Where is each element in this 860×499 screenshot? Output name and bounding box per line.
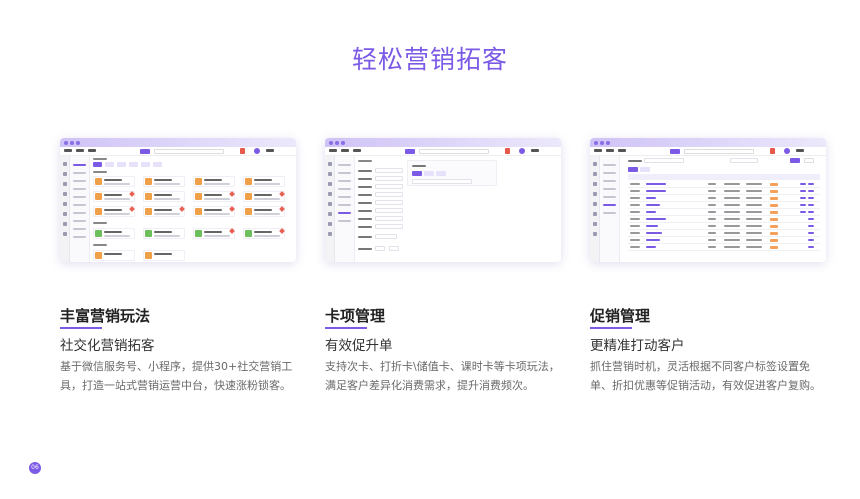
card-form-main — [355, 156, 561, 262]
window-dot-icon — [64, 141, 68, 145]
feature-subtitle-marketing: 社交化营销拓客 — [60, 338, 155, 354]
feature-title-cards: 卡项管理 — [325, 307, 386, 325]
window-titlebar — [590, 138, 826, 147]
window-titlebar — [325, 138, 561, 147]
window-dot-icon — [76, 141, 80, 145]
marketing-tools-screenshot — [60, 138, 296, 262]
feature-subtitle-cards: 有效促升单 — [325, 338, 393, 354]
feature-description-marketing: 基于微信服务号、小程序，提供30+社交营销工具，打造一站式营销运营中台，快速涨粉… — [60, 360, 293, 392]
window-dot-icon — [70, 141, 74, 145]
promotion-management-screenshot — [590, 138, 826, 262]
window-dot-icon — [335, 141, 339, 145]
window-dot-icon — [600, 141, 604, 145]
window-dot-icon — [329, 141, 333, 145]
feature-title-marketing: 丰富营销玩法 — [60, 307, 151, 325]
avatar-icon — [519, 148, 525, 154]
top-nav — [60, 147, 296, 156]
window-dot-icon — [606, 141, 610, 145]
promotion-list-main — [620, 156, 826, 262]
window-dot-icon — [594, 141, 598, 145]
feature-underline — [60, 327, 102, 329]
feature-description-promotion: 抓住营销时机，灵活根据不同客户标签设置免单、折扣优惠等促销活动，有效促进客户复购… — [590, 360, 821, 392]
marketing-main — [90, 156, 296, 262]
feature-underline — [325, 327, 367, 329]
avatar-icon — [784, 148, 790, 154]
feature-title-promotion: 促销管理 — [590, 307, 651, 325]
window-dot-icon — [341, 141, 345, 145]
card-management-screenshot — [325, 138, 561, 262]
top-nav — [590, 147, 826, 156]
page-title: 轻松营销拓客 — [351, 45, 508, 74]
page-number-badge: 06 — [29, 462, 41, 474]
top-nav — [325, 147, 561, 156]
feature-underline — [590, 327, 632, 329]
avatar-icon — [254, 148, 260, 154]
window-titlebar — [60, 138, 296, 147]
feature-subtitle-promotion: 更精准打动客户 — [590, 338, 685, 354]
feature-description-cards: 支持次卡、打折卡\储值卡、课时卡等卡项玩法，满足客户差异化消费需求，提升消费频次… — [325, 360, 560, 392]
